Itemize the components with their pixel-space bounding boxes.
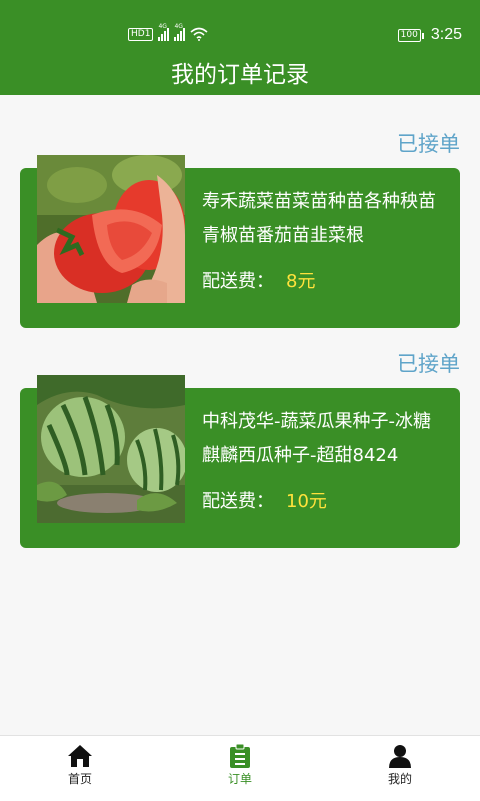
status-bar: HD1 4G 4G 100 3:25 <box>0 22 480 50</box>
battery-icon: 100 <box>397 28 425 42</box>
fee-label: 配送费： <box>202 491 274 512</box>
product-name: 寿禾蔬菜苗菜苗种苗各种秧苗青椒苗番茄苗韭菜根 <box>202 191 436 246</box>
tab-home-label: 首页 <box>67 772 92 786</box>
clock: 3:25 <box>430 26 462 43</box>
header-bar: HD1 4G 4G 100 3:25 我的订单记录 <box>0 0 480 95</box>
network-type: 4G <box>158 23 167 30</box>
order-status: 已接单 <box>397 352 460 376</box>
order-card[interactable]: 寿禾蔬菜苗菜苗种苗各种秧苗青椒苗番茄苗韭菜根 配送费： 8元 <box>20 155 460 328</box>
signal-icon-2: 4G <box>174 23 186 41</box>
tab-mine-label: 我的 <box>387 772 412 786</box>
order-status: 已接单 <box>397 132 460 156</box>
fee-label: 配送费： <box>202 271 274 292</box>
hd-label: HD <box>131 28 145 39</box>
person-icon <box>389 745 411 768</box>
fee-value: 10元 <box>286 491 327 512</box>
wifi-icon <box>190 27 208 41</box>
tab-orders[interactable]: 订单 <box>200 744 280 787</box>
product-image-watermelon <box>37 375 185 523</box>
bottom-tab-bar: 首页 订单 我的 <box>0 735 480 801</box>
product-name: 中科茂华-蔬菜瓜果种子-冰糖麒麟西瓜种子-超甜8424 <box>202 411 431 466</box>
tab-home[interactable]: 首页 <box>40 744 120 787</box>
home-icon <box>68 745 92 767</box>
clipboard-icon <box>230 744 250 768</box>
tab-orders-label: 订单 <box>227 772 252 786</box>
battery-level: 100 <box>400 29 418 40</box>
signal-icon: 4G <box>158 23 170 41</box>
hd-sub: 1 <box>144 28 151 39</box>
delivery-fee: 配送费： 8元 <box>202 268 315 296</box>
tab-mine[interactable]: 我的 <box>360 744 440 787</box>
delivery-fee: 配送费： 10元 <box>202 488 327 516</box>
fee-value: 8元 <box>286 271 316 292</box>
network-type-2: 4G <box>174 23 183 30</box>
page-title: 我的订单记录 <box>171 62 309 88</box>
hd-badge: HD1 <box>128 27 154 41</box>
product-image-tomato <box>37 155 185 303</box>
order-card[interactable]: 中科茂华-蔬菜瓜果种子-冰糖麒麟西瓜种子-超甜8424 配送费： 10元 <box>20 375 460 548</box>
